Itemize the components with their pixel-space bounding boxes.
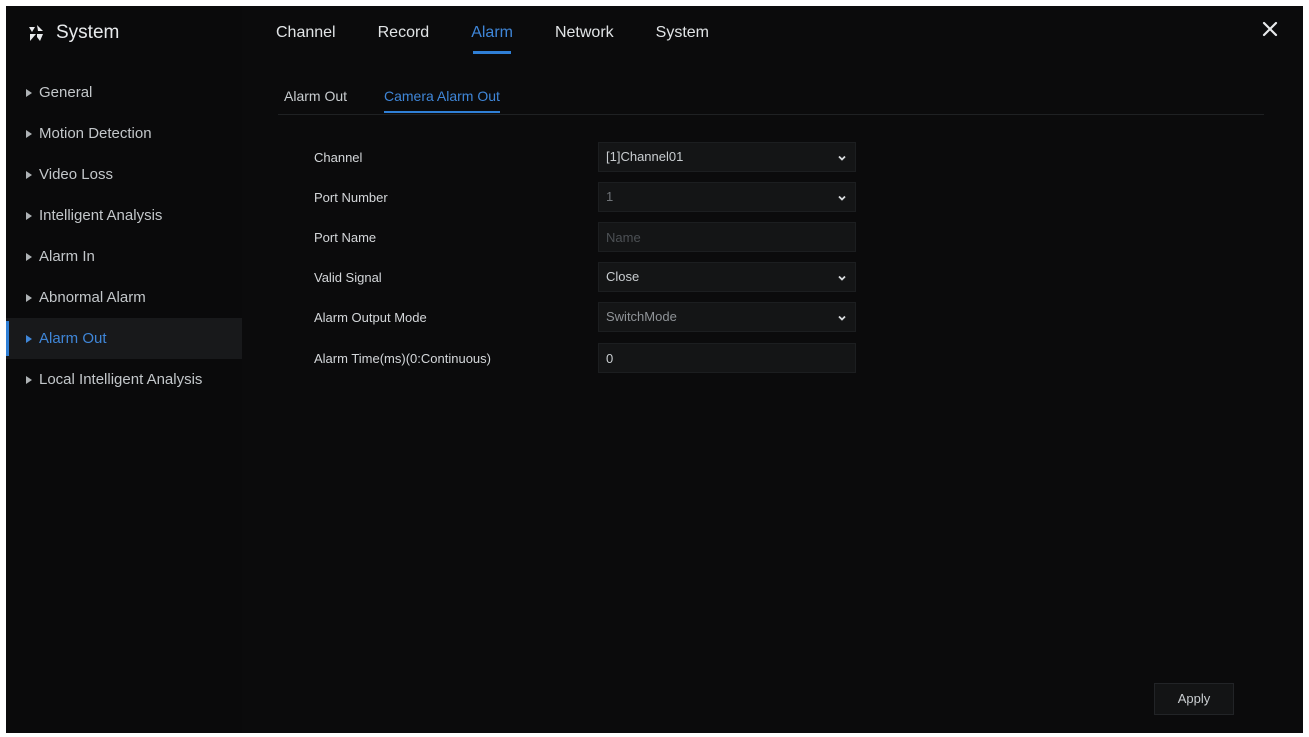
sidebar: System General Motion Detection Video Lo…: [6, 6, 242, 733]
subtab-camera-alarm-out[interactable]: Camera Alarm Out: [384, 88, 500, 113]
sidebar-item-label: Abnormal Alarm: [39, 289, 146, 306]
triangle-right-icon: [26, 375, 32, 384]
channel-select[interactable]: [1]Channel01: [598, 142, 856, 172]
triangle-right-icon: [26, 129, 32, 138]
sidebar-item-label: General: [39, 84, 93, 101]
channel-value: [1]Channel01: [606, 149, 684, 164]
triangle-right-icon: [26, 88, 32, 97]
system-logo-icon: [29, 25, 43, 41]
sidebar-item-label: Alarm Out: [39, 330, 107, 347]
form-row-channel: Channel [1]Channel01: [314, 142, 858, 174]
valid-signal-value: Close: [606, 269, 640, 284]
channel-label: Channel: [314, 150, 363, 165]
alarm-output-mode-label: Alarm Output Mode: [314, 310, 427, 325]
sidebar-item-local-intelligent-analysis[interactable]: Local Intelligent Analysis: [6, 359, 242, 400]
alarm-output-mode-value: SwitchMode: [606, 309, 677, 324]
apply-button[interactable]: Apply: [1154, 683, 1234, 715]
form-row-alarm-time: Alarm Time(ms)(0:Continuous): [314, 343, 858, 375]
port-number-value: 1: [606, 189, 614, 204]
settings-window: System General Motion Detection Video Lo…: [6, 6, 1303, 733]
sub-tabs: Alarm Out Camera Alarm Out: [278, 80, 1264, 115]
tab-system[interactable]: System: [656, 6, 709, 60]
chevron-down-icon: [838, 315, 846, 321]
chevron-down-icon: [838, 275, 846, 281]
valid-signal-select[interactable]: Close: [598, 262, 856, 292]
sidebar-item-general[interactable]: General: [6, 72, 242, 113]
port-name-input[interactable]: [598, 222, 856, 252]
sidebar-item-abnormal-alarm[interactable]: Abnormal Alarm: [6, 277, 242, 318]
close-icon[interactable]: [1261, 20, 1279, 38]
sidebar-item-alarm-in[interactable]: Alarm In: [6, 236, 242, 277]
triangle-right-icon: [26, 170, 32, 179]
app-brand: System: [26, 20, 119, 46]
alarm-output-mode-select[interactable]: SwitchMode: [598, 302, 856, 332]
chevron-down-icon: [838, 155, 846, 161]
form-row-valid-signal: Valid Signal Close: [314, 262, 858, 294]
top-nav: Channel Record Alarm Network System: [268, 6, 751, 60]
port-name-label: Port Name: [314, 230, 377, 245]
form-row-port-number: Port Number 1: [314, 182, 858, 214]
chevron-down-icon: [838, 195, 846, 201]
sidebar-item-label: Motion Detection: [39, 125, 152, 142]
sidebar-item-video-loss[interactable]: Video Loss: [6, 154, 242, 195]
form-row-port-name: Port Name: [314, 222, 858, 254]
sidebar-menu: General Motion Detection Video Loss Inte…: [6, 72, 242, 400]
sidebar-item-label: Local Intelligent Analysis: [39, 371, 203, 388]
sidebar-item-motion-detection[interactable]: Motion Detection: [6, 113, 242, 154]
triangle-right-icon: [26, 293, 32, 302]
sidebar-item-label: Video Loss: [39, 166, 113, 183]
tab-network[interactable]: Network: [555, 6, 614, 60]
tab-channel[interactable]: Channel: [276, 6, 336, 60]
form-row-alarm-output-mode: Alarm Output Mode SwitchMode: [314, 302, 858, 334]
alarm-time-input[interactable]: [598, 343, 856, 373]
triangle-right-icon: [26, 252, 32, 261]
subtab-alarm-out[interactable]: Alarm Out: [284, 88, 347, 104]
sidebar-item-label: Alarm In: [39, 248, 95, 265]
valid-signal-label: Valid Signal: [314, 270, 382, 285]
sidebar-item-alarm-out[interactable]: Alarm Out: [6, 318, 242, 359]
sidebar-item-intelligent-analysis[interactable]: Intelligent Analysis: [6, 195, 242, 236]
sidebar-item-label: Intelligent Analysis: [39, 207, 163, 224]
triangle-right-icon: [26, 334, 32, 343]
port-number-select[interactable]: 1: [598, 182, 856, 212]
alarm-time-label: Alarm Time(ms)(0:Continuous): [314, 351, 491, 366]
tab-alarm[interactable]: Alarm: [471, 6, 513, 60]
tab-record[interactable]: Record: [378, 6, 430, 60]
triangle-right-icon: [26, 211, 32, 220]
app-title: System: [56, 22, 120, 43]
port-number-label: Port Number: [314, 190, 388, 205]
